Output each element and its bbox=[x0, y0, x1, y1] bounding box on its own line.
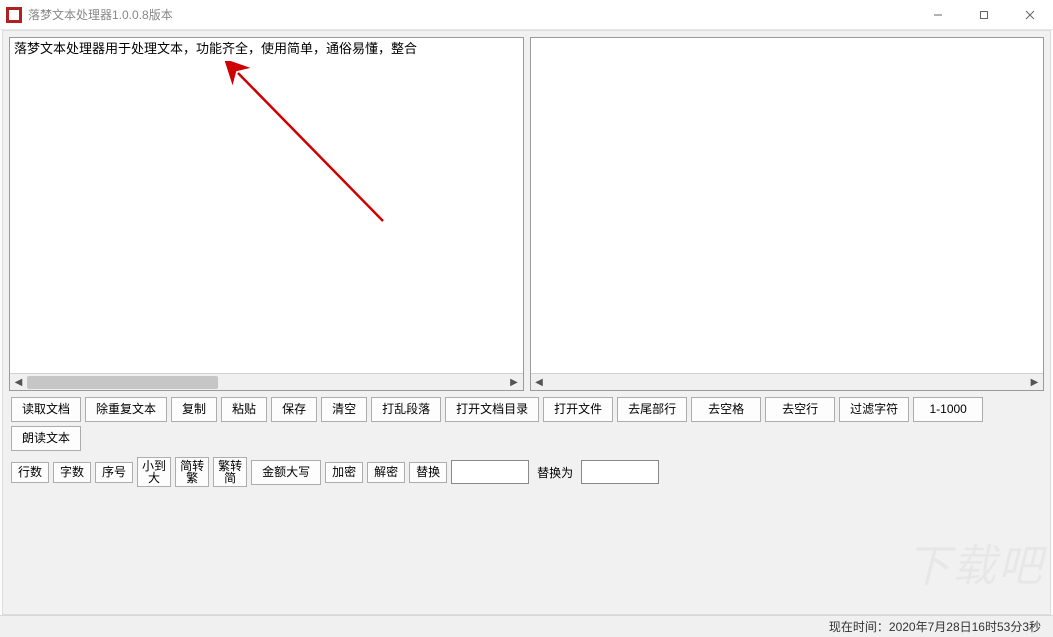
char-count-button[interactable]: 字数 bbox=[53, 462, 91, 483]
sort-asc-l2: 大 bbox=[148, 471, 160, 485]
trim-space-button[interactable]: 去空格 bbox=[691, 397, 761, 422]
find-input[interactable] bbox=[451, 460, 529, 484]
money-uppercase-button[interactable]: 金额大写 bbox=[251, 460, 321, 485]
replace-button[interactable]: 替换 bbox=[409, 462, 447, 483]
open-doc-dir-button[interactable]: 打开文档目录 bbox=[445, 397, 539, 422]
replace-input[interactable] bbox=[581, 460, 659, 484]
line-count-button[interactable]: 行数 bbox=[11, 462, 49, 483]
paste-button[interactable]: 粘贴 bbox=[221, 397, 267, 422]
trim-tail-button[interactable]: 去尾部行 bbox=[617, 397, 687, 422]
scroll-track[interactable] bbox=[548, 374, 1027, 390]
s2t-l2: 繁 bbox=[186, 471, 198, 485]
read-aloud-button[interactable]: 朗读文本 bbox=[11, 426, 81, 451]
title-bar: 落梦文本处理器1.0.0.8版本 bbox=[0, 0, 1053, 30]
close-button[interactable] bbox=[1007, 0, 1053, 30]
left-text-pane[interactable]: 落梦文本处理器用于处理文本，功能齐全，使用简单，通俗易懂，整合 ◀ ▶ bbox=[9, 37, 524, 391]
filter-chars-button[interactable]: 过滤字符 bbox=[839, 397, 909, 422]
window-title: 落梦文本处理器1.0.0.8版本 bbox=[28, 6, 173, 23]
decrypt-button[interactable]: 解密 bbox=[367, 462, 405, 483]
trad-to-simp-button[interactable]: 繁转 简 bbox=[213, 457, 247, 487]
shuffle-paragraph-button[interactable]: 打乱段落 bbox=[371, 397, 441, 422]
right-text-pane[interactable]: ◀ ▶ bbox=[530, 37, 1045, 391]
read-doc-button[interactable]: 读取文档 bbox=[11, 397, 81, 422]
open-file-button[interactable]: 打开文件 bbox=[543, 397, 613, 422]
right-text-content[interactable] bbox=[531, 38, 1044, 373]
minimize-icon bbox=[933, 10, 943, 20]
trim-empty-line-button[interactable]: 去空行 bbox=[765, 397, 835, 422]
toolbar-row-1: 读取文档 除重复文本 复制 粘贴 保存 清空 打乱段落 打开文档目录 打开文件 … bbox=[3, 391, 1050, 451]
index-button[interactable]: 序号 bbox=[95, 462, 133, 483]
copy-button[interactable]: 复制 bbox=[171, 397, 217, 422]
maximize-icon bbox=[979, 10, 989, 20]
left-hscrollbar[interactable]: ◀ ▶ bbox=[10, 373, 523, 390]
t2s-l2: 简 bbox=[224, 471, 236, 485]
status-now-label: 现在时间： bbox=[829, 618, 889, 635]
client-area: 落梦文本处理器用于处理文本，功能齐全，使用简单，通俗易懂，整合 ◀ ▶ ◀ ▶ bbox=[2, 30, 1051, 615]
scroll-right-icon[interactable]: ▶ bbox=[506, 374, 523, 391]
close-icon bbox=[1025, 10, 1035, 20]
save-button[interactable]: 保存 bbox=[271, 397, 317, 422]
minimize-button[interactable] bbox=[915, 0, 961, 30]
scroll-left-icon[interactable]: ◀ bbox=[10, 374, 27, 391]
clear-button[interactable]: 清空 bbox=[321, 397, 367, 422]
maximize-button[interactable] bbox=[961, 0, 1007, 30]
scroll-left-icon[interactable]: ◀ bbox=[531, 374, 548, 391]
right-hscrollbar[interactable]: ◀ ▶ bbox=[531, 373, 1044, 390]
watermark: 下载吧 bbox=[906, 530, 1044, 594]
simp-to-trad-button[interactable]: 简转 繁 bbox=[175, 457, 209, 487]
status-bar: 现在时间： 2020年7月28日16时53分3秒 bbox=[0, 615, 1053, 637]
status-now-value: 2020年7月28日16时53分3秒 bbox=[889, 618, 1041, 635]
toolbar-row-2: 行数 字数 序号 小到 大 简转 繁 繁转 简 金额大写 加密 解密 替换 替换… bbox=[3, 451, 1050, 487]
encrypt-button[interactable]: 加密 bbox=[325, 462, 363, 483]
left-text-content[interactable]: 落梦文本处理器用于处理文本，功能齐全，使用简单，通俗易懂，整合 bbox=[10, 38, 523, 373]
text-panes: 落梦文本处理器用于处理文本，功能齐全，使用简单，通俗易懂，整合 ◀ ▶ ◀ ▶ bbox=[3, 31, 1050, 391]
scroll-right-icon[interactable]: ▶ bbox=[1026, 374, 1043, 391]
app-icon bbox=[6, 7, 22, 23]
range-button[interactable]: 1-1000 bbox=[913, 397, 983, 422]
scroll-thumb[interactable] bbox=[27, 376, 218, 389]
sort-asc-button[interactable]: 小到 大 bbox=[137, 457, 171, 487]
dedupe-button[interactable]: 除重复文本 bbox=[85, 397, 167, 422]
replace-with-label: 替换为 bbox=[533, 464, 577, 481]
scroll-track[interactable] bbox=[27, 374, 506, 390]
